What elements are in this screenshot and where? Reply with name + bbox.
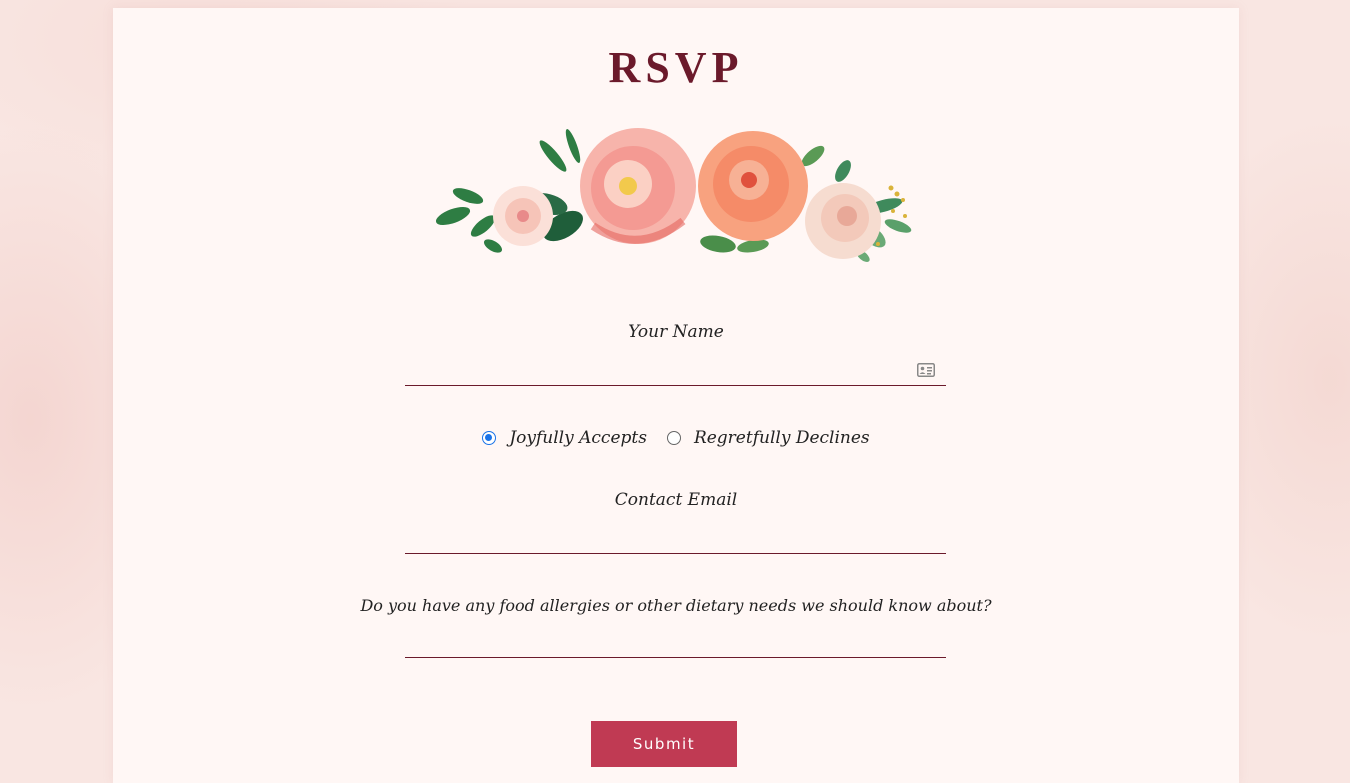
email-label: Contact Email [614,490,738,510]
dietary-input[interactable] [405,630,946,658]
radio-label-accepts: Joyfully Accepts [509,428,647,448]
radio-option-accepts[interactable]: Joyfully Accepts [482,428,647,448]
page-title: RSVP [608,43,744,92]
radio-option-declines[interactable]: Regretfully Declines [666,428,870,448]
email-input[interactable] [405,526,946,554]
radio-label-declines: Regretfully Declines [693,428,870,448]
radio-accepts[interactable] [482,431,497,445]
rsvp-card: RSVP Your Name Joyfully Accepts Regretfu… [113,8,1239,783]
name-label: Your Name [628,322,724,342]
name-input[interactable] [405,358,946,386]
floral-arrangement-illustration [435,128,912,262]
attendance-radio-group: Joyfully Accepts Regretfully Declines [113,428,1239,448]
radio-declines[interactable] [666,431,681,445]
contact-card-icon[interactable] [917,362,935,378]
submit-button[interactable]: Submit [591,721,737,767]
dietary-label: Do you have any food allergies or other … [360,596,992,615]
